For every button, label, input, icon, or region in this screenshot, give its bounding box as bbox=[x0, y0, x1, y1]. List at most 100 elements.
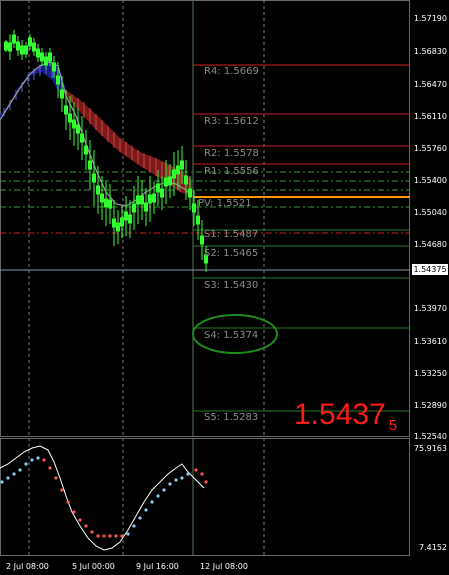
oscillator-dot bbox=[150, 500, 154, 504]
candle-body bbox=[156, 183, 160, 193]
time-tick: 2 Jul 08:00 bbox=[6, 562, 49, 571]
oscillator-dot bbox=[78, 518, 82, 522]
oscillator-dot bbox=[36, 456, 40, 460]
candle-body bbox=[164, 177, 168, 187]
pivot-label-r2: R2: 1.5578 bbox=[204, 148, 259, 159]
oscillator-dot bbox=[24, 462, 28, 466]
s4-highlight-ellipse[interactable] bbox=[190, 312, 280, 356]
oscillator-dot bbox=[180, 476, 184, 480]
oscillator-dot bbox=[84, 524, 88, 528]
candle-body bbox=[128, 214, 132, 224]
candle-body bbox=[60, 89, 64, 99]
candle-body bbox=[76, 124, 80, 134]
candle-body bbox=[80, 133, 84, 143]
oscillator-dot bbox=[204, 480, 208, 484]
candle-body bbox=[40, 52, 44, 62]
candle-body bbox=[172, 169, 176, 179]
candle-body bbox=[196, 215, 200, 225]
candle-body bbox=[52, 62, 56, 72]
candle-body bbox=[168, 176, 172, 186]
oscillator-dot bbox=[194, 468, 198, 472]
oscillator-dot bbox=[156, 494, 160, 498]
oscillator-dot bbox=[48, 466, 52, 470]
candle-body bbox=[124, 211, 128, 221]
oscillator-bottom-value: 7.4152 bbox=[419, 543, 447, 552]
oscillator-top-value: 75.9163 bbox=[413, 444, 447, 453]
oscillator-dot bbox=[200, 472, 204, 476]
candle-body bbox=[116, 222, 120, 232]
price-tick: 1.55040 bbox=[413, 208, 447, 217]
candle-body bbox=[12, 34, 16, 44]
price-tick: 1.55760 bbox=[413, 144, 447, 153]
candle-body bbox=[92, 173, 96, 183]
candle-body bbox=[24, 45, 28, 55]
time-tick: 5 Jul 00:00 bbox=[72, 562, 115, 571]
oscillator-dot bbox=[102, 534, 106, 538]
oscillator-dot bbox=[66, 500, 70, 504]
pivot-label-s5: S5: 1.5283 bbox=[204, 412, 259, 423]
oscillator-dots bbox=[0, 456, 208, 538]
oscillator-dot bbox=[114, 534, 118, 538]
oscillator-dot bbox=[132, 524, 136, 528]
pivot-label-s1: S1: 1.5487 bbox=[204, 229, 259, 240]
candle-body bbox=[20, 45, 24, 55]
price-tick: 1.56110 bbox=[413, 112, 447, 121]
price-tick: 1.55400 bbox=[413, 176, 447, 185]
candle-body bbox=[176, 165, 180, 175]
big-price-display: 1.5437 5 bbox=[294, 398, 398, 434]
oscillator-dot bbox=[54, 476, 58, 480]
candle-body bbox=[188, 188, 192, 198]
time-tick: 12 Jul 08:00 bbox=[200, 562, 248, 571]
candle-body bbox=[104, 198, 108, 208]
oscillator-dot bbox=[6, 476, 10, 480]
candle-body bbox=[140, 195, 144, 205]
candle-body bbox=[72, 119, 76, 129]
candle-body bbox=[96, 185, 100, 195]
oscillator-dot bbox=[12, 472, 16, 476]
candle-body bbox=[56, 75, 60, 85]
oscillator-dot bbox=[168, 482, 172, 486]
oscillator-dot bbox=[18, 468, 22, 472]
candle-body bbox=[120, 217, 124, 227]
oscillator-line bbox=[0, 445, 205, 551]
candle-body bbox=[68, 113, 72, 123]
pivot-label-r4: R4: 1.5669 bbox=[204, 66, 259, 77]
candle-body bbox=[4, 41, 8, 51]
oscillator-dot bbox=[138, 516, 142, 520]
candle-body bbox=[160, 188, 164, 198]
price-tick: 1.53610 bbox=[413, 337, 447, 346]
pivot-label-s3: S3: 1.5430 bbox=[204, 280, 259, 291]
price-tick: 1.56830 bbox=[413, 47, 447, 56]
candle-body bbox=[180, 160, 184, 170]
oscillator-dot bbox=[90, 530, 94, 534]
price-tick: 1.57190 bbox=[413, 14, 447, 23]
ma-cloud-bear bbox=[66, 90, 192, 196]
price-tick: 1.52540 bbox=[413, 432, 447, 441]
pivot-label-r3: R3: 1.5612 bbox=[204, 116, 259, 127]
candles bbox=[4, 30, 208, 272]
pivot-label-r1: R1: 1.5556 bbox=[204, 166, 259, 177]
oscillator-dot bbox=[0, 480, 4, 484]
current-price-badge: 1.54375 bbox=[412, 264, 448, 275]
price-tick: 1.52890 bbox=[413, 401, 447, 410]
price-tick: 1.53970 bbox=[413, 304, 447, 313]
oscillator-dot bbox=[42, 458, 46, 462]
candle-body bbox=[64, 105, 68, 115]
candle-body bbox=[32, 42, 36, 52]
candle-body bbox=[148, 194, 152, 204]
candle-body bbox=[48, 52, 52, 62]
oscillator-dot bbox=[96, 534, 100, 538]
price-tick: 1.54680 bbox=[413, 240, 447, 249]
ma-cloud-bull bbox=[0, 62, 66, 120]
oscillator-chart[interactable] bbox=[0, 438, 410, 556]
price-tick: 1.56470 bbox=[413, 80, 447, 89]
oscillator-dot bbox=[108, 534, 112, 538]
candle-body bbox=[144, 202, 148, 212]
candle-body bbox=[112, 218, 116, 228]
oscillator-dot bbox=[30, 458, 34, 462]
oscillator-dot bbox=[144, 508, 148, 512]
oscillator-dot bbox=[72, 510, 76, 514]
candle-body bbox=[184, 175, 188, 185]
candle-body bbox=[16, 41, 20, 51]
oscillator-dot bbox=[120, 534, 124, 538]
